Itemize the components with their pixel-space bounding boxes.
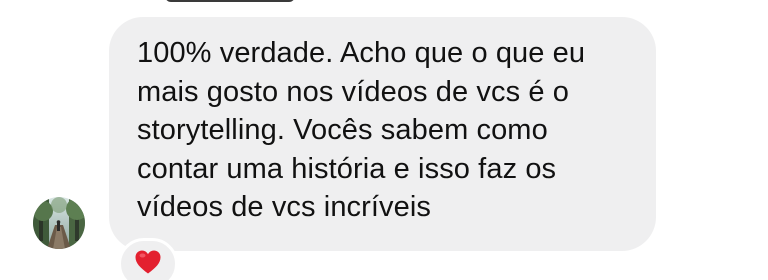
avatar[interactable] — [33, 197, 85, 249]
message-bubble[interactable]: 100% verdade. Acho que o que eu mais gos… — [109, 17, 656, 251]
chat-thread: 100% verdade. Acho que o que eu mais gos… — [0, 0, 768, 280]
profile-photo-forest-icon — [33, 197, 85, 249]
message-text: 100% verdade. Acho que o que eu mais gos… — [137, 37, 586, 223]
previous-message-edge — [165, 0, 295, 2]
red-heart-icon — [135, 250, 161, 274]
reaction-badge[interactable] — [118, 238, 178, 280]
